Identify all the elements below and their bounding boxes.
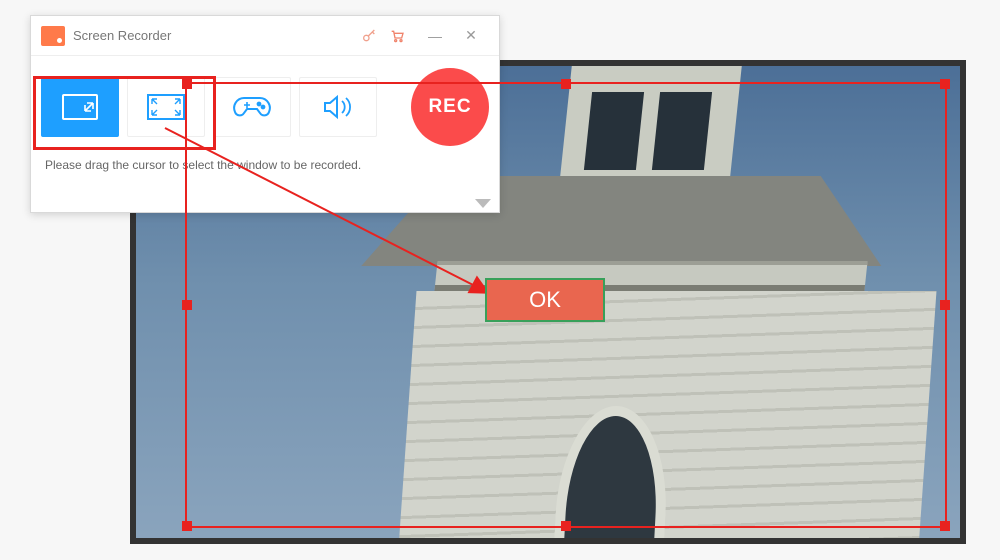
scene-cupola-window [652, 92, 712, 170]
mode-fullscreen[interactable] [127, 77, 205, 137]
window-title: Screen Recorder [73, 28, 361, 43]
app-logo-icon [41, 26, 65, 46]
scene-cupola-window [584, 92, 644, 170]
ok-button[interactable]: OK [485, 278, 605, 322]
expand-toggle-icon[interactable] [475, 199, 491, 208]
record-button[interactable]: REC [411, 68, 489, 146]
scene-wall [396, 291, 937, 544]
minimize-button[interactable]: — [417, 28, 453, 44]
mode-game[interactable] [213, 77, 291, 137]
recorder-window: Screen Recorder — ✕ [30, 15, 500, 213]
cart-icon[interactable] [389, 28, 417, 44]
hint-text: Please drag the cursor to select the win… [31, 148, 499, 172]
close-button[interactable]: ✕ [453, 27, 489, 44]
mode-toolbar: REC [31, 56, 499, 148]
key-icon[interactable] [361, 28, 389, 44]
titlebar: Screen Recorder — ✕ [31, 16, 499, 56]
mode-custom-region[interactable] [41, 77, 119, 137]
mode-audio[interactable] [299, 77, 377, 137]
